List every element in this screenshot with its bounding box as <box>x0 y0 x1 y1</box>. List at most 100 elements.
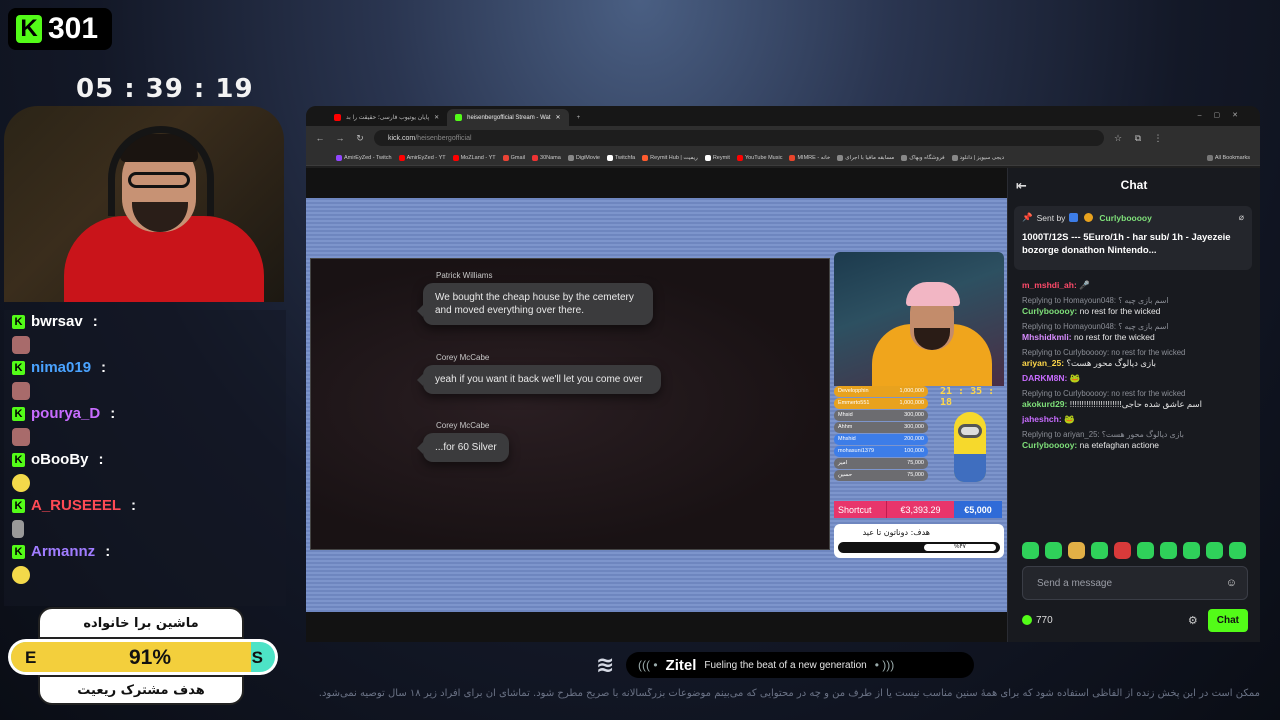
shortcut-label: Shortcut <box>834 501 886 518</box>
bookmark[interactable]: Twitchfa <box>606 154 635 161</box>
emote-icon[interactable] <box>1045 542 1062 559</box>
chat-text: !!!!!!!!!!!!!!!!!!!!!!اسم عاشق شده حاجی <box>1069 399 1203 409</box>
window-controls[interactable]: –▢✕ <box>1198 111 1250 119</box>
tab-label: پایان یوتیوب فارسی؛ حقیقت را بد <box>346 115 430 121</box>
star-icon[interactable]: ☆ <box>1112 133 1124 144</box>
content-disclaimer: ممکن است در این پخش زنده از الفاظی استفا… <box>318 688 1260 699</box>
overlay-chat-item: Kbwrsav: <box>4 310 286 333</box>
bookmark[interactable]: 30Nama <box>532 154 561 161</box>
emote-icon[interactable] <box>1068 542 1085 559</box>
chat-username[interactable]: ariyan_25: <box>1022 358 1064 368</box>
channel-points[interactable]: 770 <box>1022 615 1053 626</box>
emote-icon <box>4 563 286 586</box>
new-tab-button[interactable]: + <box>569 109 589 126</box>
overlay-chat-item: Knima019: <box>4 356 286 379</box>
forward-icon[interactable]: → <box>334 133 346 143</box>
extensions-icon[interactable]: ⧉ <box>1132 133 1144 144</box>
emote-icon[interactable] <box>1091 542 1108 559</box>
game-msg-bubble: We bought the cheap house by the cemeter… <box>417 283 653 325</box>
minion-mascot-icon <box>944 404 996 492</box>
emote-icon[interactable] <box>1160 542 1177 559</box>
gear-icon[interactable]: ⚙ <box>1188 614 1198 627</box>
close-icon[interactable]: ✕ <box>434 114 439 121</box>
tab-youtube[interactable]: پایان یوتیوب فارسی؛ حقیقت را بد ✕ <box>326 109 447 126</box>
sponsor-slogan: Fueling the beat of a new generation <box>704 659 867 671</box>
reply-context[interactable]: Replying to Curlybooooy: no rest for the… <box>1022 347 1254 358</box>
kick-icon <box>455 114 463 121</box>
bookmark[interactable]: مسابقه مافیا با اجرای <box>837 154 894 161</box>
chat-username[interactable]: m_mshdi_ah: <box>1022 280 1077 290</box>
collapse-chat-icon[interactable]: ⇤ <box>1016 178 1027 194</box>
streamer-cam-overlay <box>834 252 1004 386</box>
emote-icon[interactable] <box>1114 542 1131 559</box>
donation-goal-widget: هدف: دوناتون تا عید %۴۷ <box>834 524 1004 558</box>
reply-context[interactable]: Replying to Homayoun048: اسم بازی چیه ؟ <box>1022 321 1254 332</box>
reply-context[interactable]: Replying to Curlybooooy: no rest for the… <box>1022 388 1254 399</box>
bookmark[interactable]: Gmail <box>502 154 525 161</box>
game-msg-author: Patrick Williams <box>436 271 493 280</box>
bookmark[interactable]: DigiMovie <box>567 154 600 161</box>
url-input[interactable]: kick.com/heisenbergofficial <box>374 130 1104 146</box>
sponsor-banner: ≋ ((( • Zitel Fueling the beat of a new … <box>596 651 974 679</box>
bookmark[interactable]: YouTube Music <box>736 154 782 161</box>
all-bookmarks[interactable]: All Bookmarks <box>1206 154 1250 161</box>
bookmark[interactable]: MIMRE - خانه <box>789 154 830 161</box>
emote-icon[interactable] <box>1183 542 1200 559</box>
emote-icon <box>4 517 286 540</box>
chat-username[interactable]: Curlybooooy: <box>1022 306 1077 316</box>
chat-text: no rest for the wicked <box>1073 332 1155 342</box>
zitel-logo-icon: ≋ <box>596 652 615 677</box>
goal-subtitle: هدف مشترک ریعیت <box>38 675 244 705</box>
chat-username[interactable]: Curlybooooy: <box>1022 440 1077 450</box>
chat-message: Replying to ariyan_25: بازی دیالوگ محور … <box>1022 429 1254 451</box>
donor-row: امیر 75,000 <box>834 458 928 469</box>
overlay-chat-name: A_RUSEEEL <box>31 497 122 514</box>
reply-context[interactable]: Replying to Homayoun048: اسم بازی چیه ؟ <box>1022 295 1254 306</box>
kick-logo-icon: K <box>16 15 42 43</box>
bookmark[interactable]: Reymit <box>704 154 730 161</box>
bookmark[interactable]: فروشگاه وبهاک <box>901 154 945 161</box>
donation-goal-title: هدف: دوناتون تا عید <box>862 528 930 537</box>
chat-username[interactable]: DARKM8N: <box>1022 373 1067 383</box>
chat-username[interactable]: Mhshidkmli: <box>1022 332 1072 342</box>
donor-row: Mhsid 300,000 <box>834 410 928 421</box>
kick-badge-icon: K <box>12 498 25 513</box>
back-icon[interactable]: ← <box>314 133 326 143</box>
video-player[interactable]: Patrick Williams We bought the cheap hou… <box>306 168 1007 642</box>
points-icon <box>1022 615 1032 625</box>
close-icon[interactable]: ✕ <box>556 114 561 121</box>
reload-icon[interactable]: ↻ <box>354 133 366 144</box>
bookmark[interactable]: MoZLand - YT <box>452 154 496 161</box>
hide-pin-icon[interactable]: ⌀ <box>1239 212 1244 223</box>
chat-messages: m_mshdi_ah: 🎤 Replying to Homayoun048: اس… <box>1022 280 1254 455</box>
reply-context[interactable]: Replying to ariyan_25: بازی دیالوگ محور … <box>1022 429 1254 440</box>
chat-panel: ⇤ Chat 📌 Sent by Curlybooooy ⌀ 1000T/12S… <box>1007 168 1260 642</box>
emote-icon[interactable] <box>1206 542 1223 559</box>
menu-icon[interactable]: ⋮ <box>1152 133 1164 144</box>
chat-message: jaheshch: 🐸 <box>1022 414 1254 425</box>
game-screen: Patrick Williams We bought the cheap hou… <box>310 258 830 550</box>
bookmark[interactable]: AmirEyZed - YT <box>398 154 446 161</box>
goal-title: ماشین برا خانواده <box>38 607 244 639</box>
emote-icon <box>4 333 286 356</box>
emote-icon[interactable] <box>1229 542 1246 559</box>
bookmark[interactable]: AmirEyZed - Twitch <box>336 154 392 161</box>
bookmark[interactable]: Reymit Hub | ریمیت <box>642 154 698 161</box>
chat-username[interactable]: jaheshch: <box>1022 414 1062 424</box>
game-msg-bubble: yeah if you want it back we'll let you c… <box>417 365 661 394</box>
overlay-chat-name: nima019 <box>31 359 92 376</box>
emote-icon[interactable] <box>1137 542 1154 559</box>
chat-message-input[interactable]: Send a message ☺ <box>1022 566 1248 600</box>
chat-footer: 770 ⚙ Chat <box>1022 608 1248 632</box>
tab-kick[interactable]: heisenbergofficial Stream - Wat ✕ <box>447 109 569 126</box>
emoji-icon[interactable]: ☺ <box>1226 577 1237 589</box>
chat-send-button[interactable]: Chat <box>1207 608 1248 632</box>
bookmark[interactable]: دیجی سیویز | دانلود <box>951 154 1004 161</box>
chat-username[interactable]: akokurd29: <box>1022 399 1067 409</box>
stream-timer: 05 : 39 : 19 <box>76 74 254 104</box>
emote-icon[interactable] <box>1022 542 1039 559</box>
pinned-message[interactable]: 📌 Sent by Curlybooooy ⌀ 1000T/12S --- 5E… <box>1014 206 1252 270</box>
chat-message: DARKM8N: 🐸 <box>1022 373 1254 384</box>
chat-text: 🐸 <box>1064 414 1075 424</box>
address-bar-row: ← → ↻ kick.com/heisenbergofficial ☆ ⧉ ⋮ <box>306 126 1260 150</box>
